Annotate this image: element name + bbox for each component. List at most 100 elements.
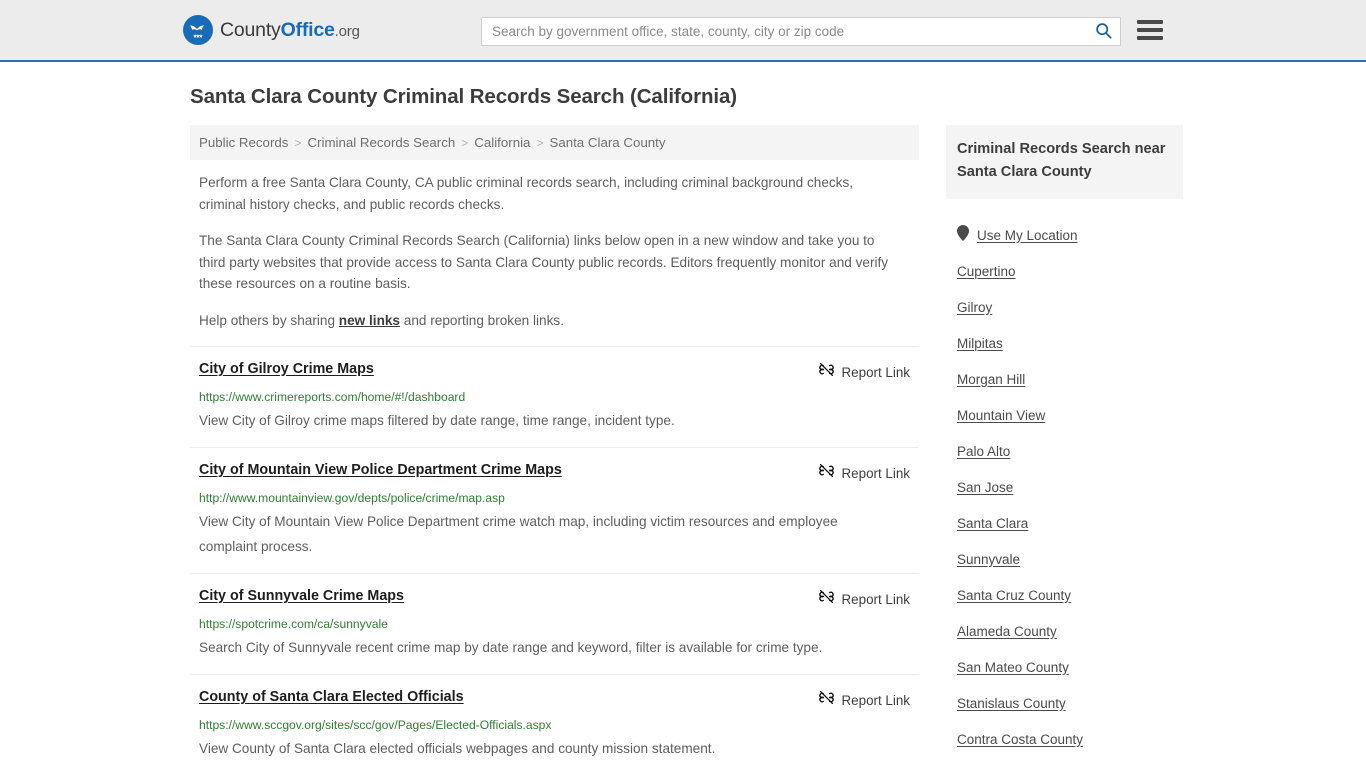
broken-link-icon [818, 361, 835, 383]
sidebar-item-alameda-county[interactable]: Alameda County [946, 613, 1183, 649]
sidebar-item-san-jose[interactable]: San Jose [946, 469, 1183, 505]
sidebar-item-cupertino[interactable]: Cupertino [946, 253, 1183, 289]
site-logo-text: CountyOffice.org [220, 19, 360, 42]
sidebar-item-san-mateo-county[interactable]: San Mateo County [946, 649, 1183, 685]
report-link-button[interactable]: Report Link [818, 461, 910, 484]
report-link-label: Report Link [841, 692, 910, 708]
content-columns: Public Records > Criminal Records Search > C… [183, 125, 1183, 768]
eagle-shield-logo-icon [183, 15, 213, 45]
search-icon [1095, 22, 1112, 42]
sidebar-item-label[interactable]: San Jose [957, 480, 1013, 495]
result-description: View City of Gilroy crime maps filtered … [199, 413, 675, 428]
site-header: CountyOffice.org [0, 0, 1366, 62]
sidebar-item-santa-clara[interactable]: Santa Clara [946, 505, 1183, 541]
breadcrumb-item-3[interactable]: California [474, 135, 530, 150]
report-link-label: Report Link [841, 465, 910, 481]
logo-text-office: Office [280, 18, 335, 41]
report-link-button[interactable]: Report Link [818, 587, 910, 610]
sidebar-item-label[interactable]: Sunnyvale [957, 552, 1020, 567]
sidebar-item-label[interactable]: Palo Alto [957, 444, 1010, 459]
hamburger-bar [1137, 20, 1163, 24]
new-links-link[interactable]: new links [339, 313, 400, 328]
result-header: City of Mountain View Police Department … [199, 461, 910, 484]
sidebar-item-label[interactable]: Santa Cruz County [957, 588, 1071, 603]
result-header: City of Gilroy Crime Maps Report Link [199, 360, 910, 383]
result-url[interactable]: https://spotcrime.com/ca/sunnyvale [199, 617, 910, 632]
intro-paragraph-3: Help others by sharing new links and rep… [199, 310, 889, 332]
sidebar-item-milpitas[interactable]: Milpitas [946, 325, 1183, 361]
intro-paragraph-2: The Santa Clara County Criminal Records … [199, 233, 889, 291]
sidebar-item-label[interactable]: Milpitas [957, 336, 1003, 351]
sidebar-item-label[interactable]: Stanislaus County [957, 696, 1066, 711]
page-container: Santa Clara County Criminal Records Sear… [183, 62, 1183, 768]
breadcrumb: Public Records > Criminal Records Search > C… [190, 125, 919, 160]
logo-text-org: .org [334, 22, 360, 40]
intro-p3-after: and reporting broken links. [400, 312, 564, 328]
report-link-button[interactable]: Report Link [818, 360, 910, 383]
sidebar-item-stanislaus-county[interactable]: Stanislaus County [946, 685, 1183, 721]
breadcrumb-item-2[interactable]: Criminal Records Search [307, 135, 455, 150]
report-link-label: Report Link [841, 591, 910, 607]
hamburger-menu-icon[interactable] [1137, 18, 1163, 42]
result-header: City of Sunnyvale Crime Maps Report Link [199, 587, 910, 610]
sidebar-item-label[interactable]: Morgan Hill [957, 372, 1025, 387]
use-my-location-link[interactable]: Use My Location [977, 228, 1078, 243]
main-column: Public Records > Criminal Records Search > C… [190, 125, 919, 768]
breadcrumb-item-4[interactable]: Santa Clara County [549, 135, 665, 150]
breadcrumb-separator: > [536, 135, 544, 150]
result-title-link[interactable]: City of Gilroy Crime Maps [199, 360, 374, 378]
page-title: Santa Clara County Criminal Records Sear… [190, 85, 737, 108]
sidebar-item-merced-county[interactable]: Merced County [946, 757, 1183, 768]
search-input[interactable] [482, 18, 1086, 45]
result-title-link[interactable]: City of Mountain View Police Department … [199, 461, 562, 479]
hamburger-bar [1137, 28, 1163, 32]
intro-paragraph-1: Perform a free Santa Clara County, CA pu… [199, 175, 854, 212]
result-row: City of Mountain View Police Department … [190, 447, 919, 573]
result-description: View County of Santa Clara elected offic… [199, 741, 716, 756]
sidebar-item-contra-costa-county[interactable]: Contra Costa County [946, 721, 1183, 757]
search-bar[interactable] [481, 17, 1121, 46]
sidebar-item-label[interactable]: Santa Clara [957, 516, 1028, 531]
sidebar-item-mountain-view[interactable]: Mountain View [946, 397, 1183, 433]
intro-p3-before: Help others by sharing [199, 312, 339, 328]
sidebar-item-sunnyvale[interactable]: Sunnyvale [946, 541, 1183, 577]
result-url[interactable]: http://www.mountainview.gov/depts/police… [199, 491, 910, 506]
sidebar-links: Use My Location Cupertino Gilroy Milpitas M… [946, 217, 1183, 768]
result-description: Search City of Sunnyvale recent crime ma… [199, 640, 823, 655]
report-link-button[interactable]: Report Link [818, 688, 910, 711]
results-list: City of Gilroy Crime Maps Report Link http… [190, 346, 919, 768]
sidebar-item-label[interactable]: Contra Costa County [957, 732, 1083, 747]
result-description: View City of Mountain View Police Depart… [199, 514, 838, 554]
breadcrumb-item-1[interactable]: Public Records [199, 135, 288, 150]
report-link-label: Report Link [841, 364, 910, 380]
broken-link-icon [818, 588, 835, 610]
sidebar-item-palo-alto[interactable]: Palo Alto [946, 433, 1183, 469]
search-button[interactable] [1086, 18, 1120, 45]
sidebar-item-santa-cruz-county[interactable]: Santa Cruz County [946, 577, 1183, 613]
sidebar-item-label[interactable]: San Mateo County [957, 660, 1069, 675]
hamburger-bar [1137, 36, 1163, 40]
header-inner: CountyOffice.org [183, 0, 1183, 60]
sidebar: Criminal Records Search near Santa Clara… [946, 125, 1183, 768]
result-title-link[interactable]: County of Santa Clara Elected Officials [199, 688, 464, 706]
map-pin-icon [957, 224, 969, 246]
sidebar-city-links: Cupertino Gilroy Milpitas Morgan Hill Mounta… [946, 253, 1183, 768]
site-logo-link[interactable]: CountyOffice.org [183, 15, 360, 45]
breadcrumb-separator: > [294, 135, 302, 150]
result-row: County of Santa Clara Elected Officials R… [190, 674, 919, 768]
sidebar-item-label[interactable]: Cupertino [957, 264, 1016, 279]
sidebar-item-morgan-hill[interactable]: Morgan Hill [946, 361, 1183, 397]
sidebar-item-label[interactable]: Mountain View [957, 408, 1045, 423]
intro-text: Perform a free Santa Clara County, CA pu… [190, 172, 919, 331]
sidebar-item-use-my-location[interactable]: Use My Location [946, 217, 1183, 253]
broken-link-icon [818, 462, 835, 484]
logo-text-county: County [220, 18, 281, 41]
broken-link-icon [818, 689, 835, 711]
sidebar-item-label[interactable]: Alameda County [957, 624, 1057, 639]
result-header: County of Santa Clara Elected Officials R… [199, 688, 910, 711]
result-url[interactable]: https://www.crimereports.com/home/#!/das… [199, 390, 910, 405]
sidebar-item-gilroy[interactable]: Gilroy [946, 289, 1183, 325]
sidebar-item-label[interactable]: Gilroy [957, 300, 992, 315]
result-url[interactable]: https://www.sccgov.org/sites/scc/gov/Pag… [199, 718, 910, 733]
result-title-link[interactable]: City of Sunnyvale Crime Maps [199, 587, 404, 605]
